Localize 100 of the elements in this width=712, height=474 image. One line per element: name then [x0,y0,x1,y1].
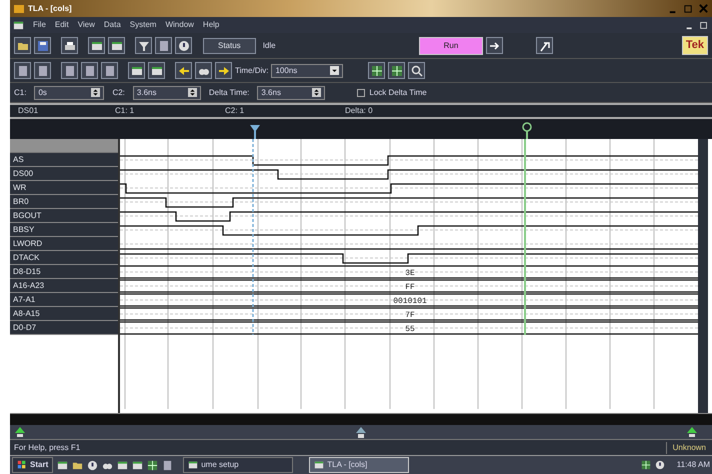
window-icon [150,64,162,76]
page-icon [36,64,48,76]
logo: Tek [682,36,708,55]
scrollbar[interactable] [10,413,712,425]
signal-label[interactable]: AS [10,153,118,167]
signal-label[interactable]: D8-D15 [10,265,118,279]
window-icon[interactable] [57,460,68,470]
spin-icon [188,87,197,98]
menu-item[interactable]: System [130,19,156,31]
toolbar-button[interactable] [14,37,31,54]
status-indicator: Unknown [666,442,712,454]
window-icon [90,40,102,52]
start-button[interactable]: Start [12,457,54,473]
menu-item[interactable]: File [33,19,46,31]
signal-label[interactable]: BBSY [10,223,118,237]
document-icon [13,20,24,30]
signal-label[interactable]: BGOUT [10,209,118,223]
window-icon[interactable] [117,460,128,470]
menu-item[interactable]: Data [104,19,121,31]
status-text: Idle [262,40,276,52]
toolbar-button[interactable] [135,37,152,54]
cursor-label: Delta Time: [208,86,250,98]
toolbar-button[interactable] [34,37,51,54]
signal-label[interactable]: A7-A1 [10,293,118,307]
bus-value: FF [405,283,415,292]
toolbar-button[interactable] [368,62,386,79]
signal-label[interactable]: DTACK [10,251,118,265]
toolbar-button[interactable] [175,62,192,79]
toolbar-button[interactable] [486,37,504,54]
menu-item[interactable]: Window [165,19,194,31]
toolbar-button[interactable] [108,37,125,54]
page-icon [104,64,116,76]
toolbar-button[interactable] [408,62,426,79]
signal-label[interactable]: D0-D7 [10,321,118,335]
marker-icon[interactable] [356,427,366,438]
window-icon [110,40,122,52]
toolbar-button[interactable] [195,62,212,79]
taskbar-button[interactable]: ume setup [183,457,294,473]
status-button[interactable]: Status [203,38,256,54]
taskbar-button[interactable]: TLA - [cols] [309,457,410,473]
toolbar-button[interactable] [215,62,232,79]
signal-label[interactable]: BR0 [10,195,118,209]
bus-value: 7F [405,311,415,320]
arrow-right-icon [488,40,501,52]
page-icon [16,64,28,76]
cursor-marker[interactable] [250,125,260,139]
window-icon[interactable] [132,460,144,470]
lock-checkbox[interactable] [357,88,366,96]
info-text: C1: 1 [115,105,136,117]
scrollbar[interactable] [698,139,708,413]
bus-value: 0010101 [393,297,427,306]
window-icon [314,460,324,470]
time-div-dropdown[interactable]: 100ns [271,64,344,78]
toolbar-button[interactable] [388,62,406,79]
cursor-label: C1: [14,86,26,98]
cursor-field[interactable]: 3.6ns [257,86,326,100]
lock-label: Lock Delta Time [369,86,427,98]
signal-label[interactable]: A16-A23 [10,279,118,293]
funnel-icon [138,40,150,52]
marker-icon[interactable] [15,427,25,437]
status-help-text: For Help, press F1 [13,442,80,454]
page-icon [64,64,76,76]
signal-label[interactable]: DS00 [10,167,118,181]
marker-icon[interactable] [687,427,697,437]
cursor-field[interactable]: 0s [34,86,104,100]
cursor-marker[interactable] [522,122,532,139]
tray-icon[interactable] [640,460,651,470]
help-icon [178,40,190,52]
window-title: TLA - [cols] [28,2,72,14]
toolbar-button[interactable] [61,37,78,54]
menu-item[interactable]: Help [202,19,220,31]
right-arrow-icon [218,64,230,76]
cursor-field[interactable]: 3.6ns [132,86,201,100]
signal-label[interactable]: LWORD [10,237,118,251]
grid-icon [370,64,383,76]
page-icon[interactable] [162,460,174,470]
signal-label[interactable]: A8-A15 [10,307,118,321]
signal-label[interactable]: WR [10,181,118,195]
toolbar-button[interactable] [536,37,554,54]
toolbar-button[interactable] [148,62,165,79]
menu-item[interactable]: View [78,19,95,31]
bus-value: 3E [405,269,415,278]
run-button[interactable]: Run [418,36,484,54]
info-text: Delta: 0 [345,105,374,117]
tray-icon[interactable] [654,460,665,470]
toolbar-button[interactable] [175,37,192,54]
printer-icon [64,40,76,52]
bus-value: 55 [405,325,415,334]
windows-logo-icon [17,460,27,470]
time-div-label: Time/Div: [235,64,268,76]
restore-icon[interactable] [699,20,709,30]
window-icon [188,460,198,470]
info-text: DS01 [17,105,40,117]
toolbar-button[interactable] [88,37,105,54]
menu-item[interactable]: Edit [54,19,69,31]
info-text: C2: 1 [225,105,246,117]
help-icon[interactable] [87,460,98,470]
grid-icon[interactable] [147,460,158,470]
toolbar-button[interactable] [128,62,145,79]
grid-icon [390,64,403,76]
